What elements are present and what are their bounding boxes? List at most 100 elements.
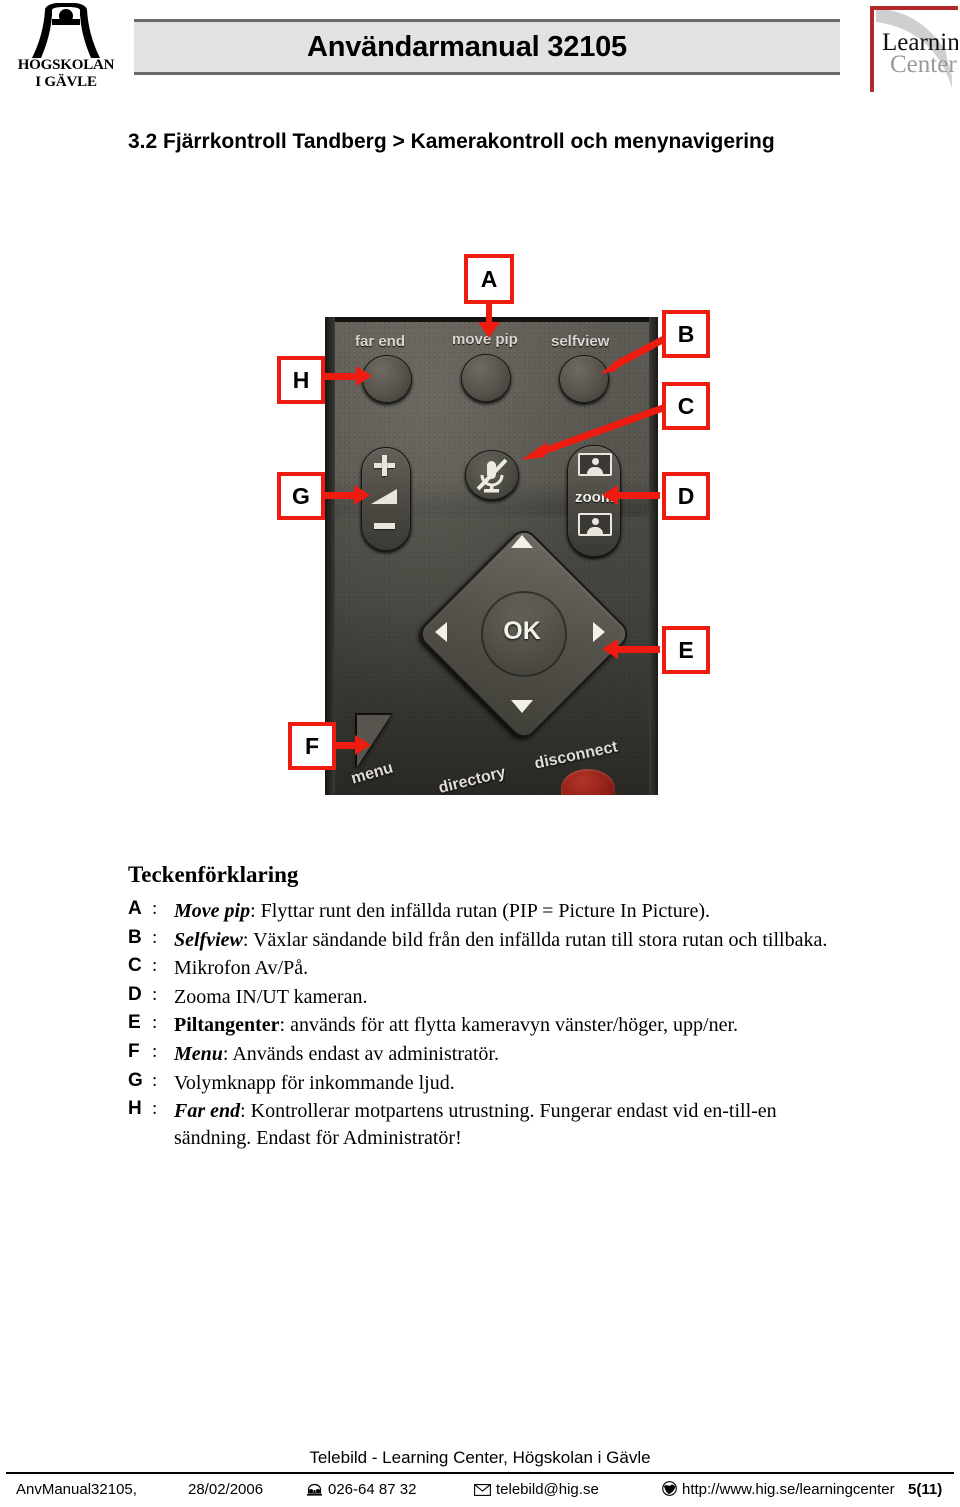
legend-item-h: H : Far end: Kontrollerar motpartens utr…	[128, 1098, 828, 1151]
legend-desc-f: Menu: Används endast av administratör.	[174, 1041, 828, 1068]
legend-key-a: A	[128, 898, 142, 919]
legend-key-c: C	[128, 955, 142, 977]
legend-desc-d: Zooma IN/UT kameran.	[174, 985, 368, 1008]
far-end-label: far end	[355, 333, 406, 350]
callout-f: F	[288, 722, 336, 770]
page-title: Användarmanual 32105	[307, 31, 627, 63]
page-header: HÖGSKOLAN I GÄVLE Användarmanual 32105 L…	[0, 0, 960, 100]
zoom-out-icon	[578, 513, 612, 536]
callout-b: B	[662, 310, 710, 358]
footer-url[interactable]: http://www.hig.se/learningcenter	[662, 1481, 895, 1500]
callout-a: A	[464, 254, 514, 304]
hig-logo-line2: I GÄVLE	[35, 73, 97, 90]
legend-desc-h: Far end: Kontrollerar motpartens utrustn…	[174, 1098, 828, 1151]
legend-text-f: : Används endast av administratör.	[222, 1042, 499, 1065]
learning-center-logo-mark: Learning Center	[870, 6, 960, 92]
callout-c-arrow	[521, 404, 665, 460]
footer-document-id: AnvManual32105,	[16, 1481, 137, 1498]
legend-item-e: E : Piltangenter: används för att flytta…	[128, 1012, 828, 1039]
legend-keyword-e: Piltangenter	[174, 1014, 280, 1037]
legend-colon-b: :	[152, 926, 158, 948]
legend-item-g: G : Volymknapp för inkommande ljud.	[128, 1070, 828, 1097]
legend-item-f: F : Menu: Används endast av administratö…	[128, 1041, 828, 1068]
legend-key-f: F	[128, 1040, 140, 1062]
callout-e-arrow-line	[618, 646, 660, 653]
legend-key-g: G	[128, 1069, 143, 1091]
callout-c-label: C	[677, 392, 695, 419]
callout-g-arrow-head	[354, 485, 370, 505]
legend-key-h: H	[128, 1098, 142, 1120]
footer-url-text: http://www.hig.se/learningcenter	[682, 1481, 895, 1498]
telephone-icon	[306, 1483, 323, 1500]
legend-key-b: B	[128, 926, 142, 948]
legend-colon-g: :	[152, 1069, 158, 1091]
legend-keyword-f: Menu	[174, 1042, 223, 1065]
legend-desc-g: Volymknapp för inkommande ljud.	[174, 1071, 455, 1094]
legend-desc-a: Move pip: Flyttar runt den infällda ruta…	[174, 898, 828, 925]
dpad-down-arrow-icon[interactable]	[511, 700, 533, 713]
footer-meta-row: AnvManual32105, 28/02/2006 026-64 87 32	[0, 1479, 960, 1505]
volume-plus-vertical	[382, 455, 387, 476]
callout-b-arrow	[600, 334, 668, 374]
callout-f-label: F	[304, 732, 320, 759]
footer-phone-number: 026-64 87 32	[328, 1481, 417, 1498]
legend-colon-e: :	[152, 1012, 158, 1034]
legend-colon-h: :	[152, 1098, 158, 1120]
callout-d-arrow-line	[618, 492, 660, 499]
tandberg-remote-image: far end move pip selfview zoom OK menu d…	[325, 317, 658, 795]
move-pip-button[interactable]	[461, 354, 511, 402]
legend-desc-e: Piltangenter: används för att flytta kam…	[174, 1012, 828, 1039]
ok-label: OK	[503, 617, 541, 645]
callout-g-label: G	[292, 482, 310, 509]
volume-level-wedge	[371, 489, 397, 504]
callout-f-arrow-head	[355, 735, 371, 755]
legend-section: Teckenförklaring A : Move pip: Flyttar r…	[128, 862, 828, 1153]
microphone-mute-icon	[476, 458, 508, 493]
legend-keyword-a: Move pip	[174, 900, 251, 922]
dpad-up-arrow-icon[interactable]	[511, 535, 533, 548]
callout-h: H	[277, 356, 325, 404]
legend-keyword-h: Far end	[174, 1100, 241, 1123]
footer-email[interactable]: telebild@hig.se	[474, 1481, 599, 1500]
dpad-left-arrow-icon[interactable]	[435, 622, 447, 642]
hig-logo-text: HÖGSKOLAN I GÄVLE	[14, 57, 118, 91]
legend-colon-d: :	[152, 983, 158, 1005]
microphone-mute-button[interactable]	[465, 450, 519, 500]
legend-title: Teckenförklaring	[128, 862, 299, 887]
hig-logo-mark	[32, 3, 100, 58]
legend-text-e: : används för att flytta kameravyn vänst…	[279, 1014, 739, 1037]
callout-d-arrow-head	[602, 485, 618, 505]
legend-text-a: : Flyttar runt den infällda rutan (PIP =…	[250, 900, 710, 922]
callout-c: C	[662, 382, 710, 430]
callout-e: E	[662, 626, 710, 674]
footer-phone: 026-64 87 32	[306, 1481, 416, 1500]
footer-organisation: Telebild - Learning Center, Högskolan i …	[309, 1448, 651, 1467]
legend-item-c: C : Mikrofon Av/På.	[128, 955, 828, 982]
hig-logo-line1: HÖGSKOLAN	[17, 57, 115, 73]
callout-a-label: A	[480, 265, 498, 292]
remote-right-edge	[649, 317, 658, 795]
envelope-icon-mark	[474, 1484, 491, 1496]
callout-a-arrow-head	[478, 322, 500, 338]
remote-control-figure: far end move pip selfview zoom OK menu d…	[0, 230, 960, 830]
legend-colon-c: :	[152, 955, 158, 977]
legend-key-d: D	[128, 983, 142, 1005]
learning-center-logo: Learning Center	[862, 2, 960, 94]
legend-key-e: E	[128, 1012, 141, 1034]
svg-text:Center: Center	[890, 51, 957, 78]
callout-h-arrow-head	[356, 366, 372, 386]
callout-b-label: B	[677, 320, 695, 347]
volume-minus	[374, 523, 395, 529]
document-title-bar: Användarmanual 32105	[134, 19, 840, 75]
footer-page-number: 5(11)	[908, 1481, 943, 1498]
callout-d: D	[662, 472, 710, 520]
callout-g: G	[277, 472, 325, 520]
callout-e-label: E	[678, 636, 694, 663]
page-footer: Telebild - Learning Center, Högskolan i …	[0, 1448, 960, 1505]
globe-icon	[662, 1481, 677, 1500]
legend-desc-b: Selfview: Växlar sändande bild från den …	[174, 927, 828, 954]
legend-item-d: D : Zooma IN/UT kameran.	[128, 984, 828, 1011]
legend-colon-a: :	[152, 898, 158, 919]
legend-desc-c: Mikrofon Av/På.	[174, 957, 309, 980]
hogskolan-i-gavle-logo: HÖGSKOLAN I GÄVLE	[14, 2, 118, 94]
